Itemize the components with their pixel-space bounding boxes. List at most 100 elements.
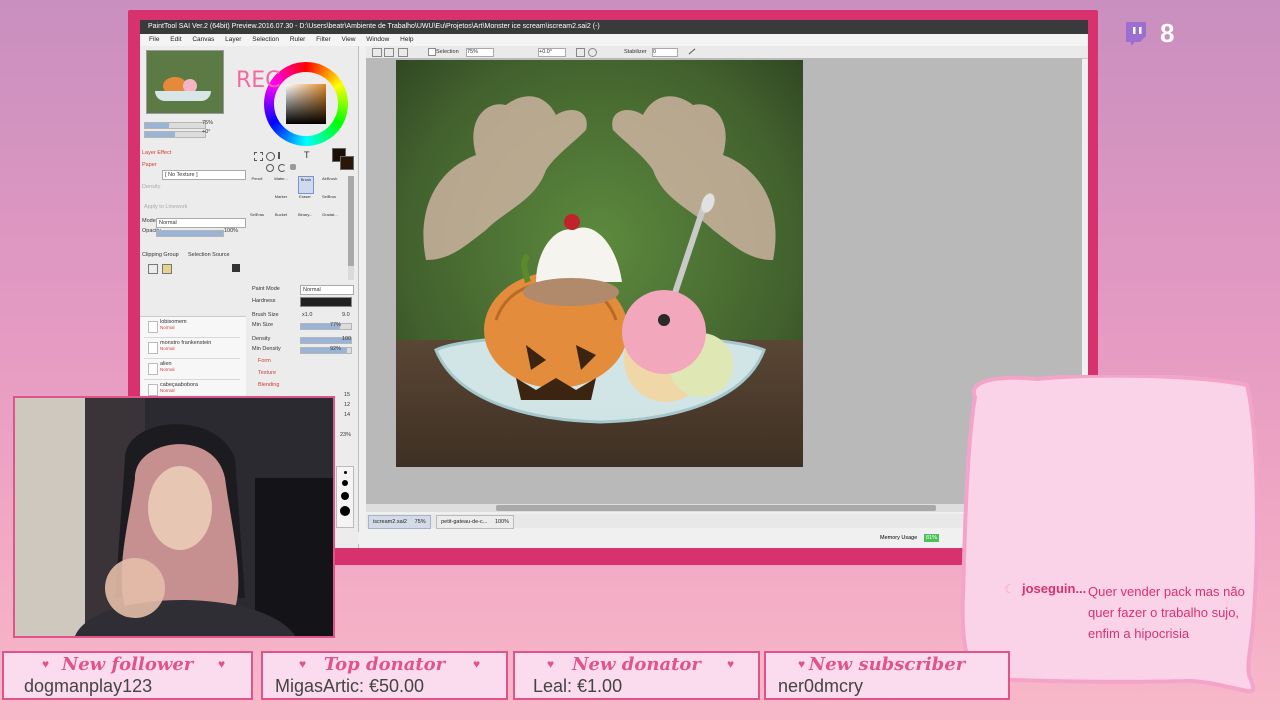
paper-density-label: Density [142, 184, 161, 190]
menu-ruler[interactable]: Ruler [290, 34, 306, 46]
brush-size-multiplier[interactable]: x1.0 [302, 312, 312, 318]
brush-airbrush[interactable]: AirBrush [322, 176, 337, 192]
zoom-select[interactable]: 75% [466, 48, 494, 57]
layer-item[interactable]: alien Normal [144, 359, 240, 380]
menu-selection[interactable]: Selection [252, 34, 279, 46]
new-layer-icon[interactable] [148, 264, 158, 274]
new-folder-icon[interactable] [162, 264, 172, 274]
menu-filter[interactable]: Filter [316, 34, 330, 46]
paint-mode-label: Paint Mode [252, 286, 280, 292]
brush-opacity-value: 23% [340, 432, 352, 438]
menu-view[interactable]: View [341, 34, 355, 46]
min-density-slider[interactable] [300, 347, 352, 354]
opacity-slider[interactable] [156, 230, 224, 237]
brush-marker[interactable]: Marker [274, 194, 288, 210]
stabilizer-select[interactable]: 0 [652, 48, 678, 57]
rec-label: REC [236, 68, 281, 93]
menu-layer[interactable]: Layer [225, 34, 241, 46]
min-size-slider[interactable] [300, 323, 352, 330]
paint-mode-select[interactable]: Normal [300, 285, 354, 295]
heart-icon: ♥ [727, 657, 735, 671]
brush-water[interactable]: Water... [274, 176, 288, 192]
min-size-label: Min Size [252, 322, 274, 328]
rotation-select[interactable]: +0.0° [538, 48, 566, 57]
brush-grid: Pencil Water... Brush AirBrush Marker Er… [250, 176, 346, 236]
text-tool-icon[interactable]: T [304, 150, 310, 160]
brush-panel-scrollbar[interactable] [348, 176, 354, 280]
navigator-angle-slider[interactable] [144, 131, 206, 138]
navigator-thumbnail[interactable] [146, 50, 224, 114]
menu-edit[interactable]: Edit [170, 34, 181, 46]
menu-canvas[interactable]: Canvas [192, 34, 214, 46]
layer-item[interactable]: lobisomem Normal [144, 317, 240, 338]
artwork-canvas[interactable] [396, 60, 803, 467]
menu-help[interactable]: Help [400, 34, 413, 46]
hand-tool-icon[interactable] [290, 164, 296, 170]
chat-message: Quer vender pack mas não quer fazer o tr… [1088, 584, 1245, 641]
brush-bucket[interactable]: Bucket [274, 212, 288, 228]
ruler-icon[interactable] [688, 48, 696, 55]
alert-value: Leal: €1.00 [533, 676, 623, 696]
redo-icon[interactable] [384, 48, 394, 57]
zoom-tool-icon[interactable] [266, 164, 274, 172]
hardness-selector[interactable] [300, 297, 352, 307]
layer-effect-header[interactable]: Layer Effect [142, 150, 171, 156]
deselect-icon[interactable] [398, 48, 408, 57]
alert-value: ner0dmcry [778, 676, 864, 696]
selection-source-checkbox[interactable]: Selection Source [188, 252, 230, 258]
blending-section[interactable]: Blending [258, 382, 279, 388]
alert-value: dogmanplay123 [24, 676, 153, 696]
delete-layer-icon[interactable] [232, 264, 240, 272]
min-density-label: Min Density [252, 346, 281, 352]
selection-label: Selection [436, 49, 459, 55]
memory-usage-value: 81% [924, 534, 940, 542]
title-bar: PaintTool SAI Ver.2 (64bit) Preview.2016… [140, 20, 1088, 34]
secondary-color-swatch[interactable] [340, 156, 354, 170]
navigator-angle-value: +0° [202, 129, 211, 135]
brush-brush[interactable]: Brush [298, 176, 314, 194]
tab-petit-gateau[interactable]: petit-gateau-de-c... 100% [436, 515, 515, 529]
menu-window[interactable]: Window [366, 34, 389, 46]
persistence-value: 14 [344, 412, 351, 418]
blend-mode-select[interactable]: Normal [156, 218, 246, 228]
brush-eraser[interactable]: Eraser [298, 194, 312, 210]
lasso-icon[interactable] [266, 152, 275, 161]
paper-label: Paper [142, 162, 157, 168]
selection-checkbox[interactable] [428, 48, 436, 56]
apply-to-linework[interactable]: Apply to Linework [144, 204, 187, 210]
brush-size-value[interactable]: 9.0 [342, 312, 350, 318]
selection-tools: T [252, 150, 322, 172]
min-size-value: 77% [330, 322, 342, 328]
rotate-tool-icon[interactable] [278, 164, 286, 172]
moon-icon: ☾ [1004, 582, 1015, 596]
brush-pencil[interactable]: Pencil [250, 176, 264, 192]
brush-size-label: Brush Size [252, 312, 279, 318]
brush-size-presets[interactable] [336, 466, 354, 528]
texture-select[interactable]: [ No Texture ] [162, 170, 246, 180]
brush-selbrush[interactable]: SelBrus [322, 194, 336, 210]
alert-title: New donator [572, 654, 701, 675]
form-section[interactable]: Form [258, 358, 271, 364]
brush-seleraser[interactable]: SelEras [250, 212, 264, 228]
alert-top-donator: ♥ Top donator ♥ MigasArtic: €50.00 [261, 651, 508, 700]
magic-wand-icon[interactable] [278, 152, 287, 159]
flip-icon[interactable] [576, 48, 585, 57]
menu-file[interactable]: File [149, 34, 159, 46]
layer-item[interactable]: monstro frankenstein Normal [144, 338, 240, 359]
alert-new-subscriber: ♥ New subscriber ner0dmcry [764, 651, 1010, 700]
heart-icon: ♥ [218, 657, 226, 671]
color-sv-square[interactable] [286, 84, 326, 124]
brush-gradation[interactable]: Gradat... [322, 212, 338, 228]
brush-binary[interactable]: Binary... [298, 212, 312, 228]
rect-select-icon[interactable] [254, 152, 263, 161]
navigator-zoom-slider[interactable] [144, 122, 206, 129]
rotate-reset-icon[interactable] [588, 48, 597, 57]
undo-icon[interactable] [372, 48, 382, 57]
viewer-count: 8 [1160, 18, 1175, 48]
twitch-icon [1122, 20, 1150, 48]
clipping-group-checkbox[interactable]: Clipping Group [142, 252, 179, 258]
tab-iscream2[interactable]: iscream2.sai2 75% [368, 515, 431, 529]
blend-mode-label: Mode [142, 218, 156, 224]
navigator-zoom-value: 75% [202, 120, 214, 126]
texture-section[interactable]: Texture [258, 370, 276, 376]
